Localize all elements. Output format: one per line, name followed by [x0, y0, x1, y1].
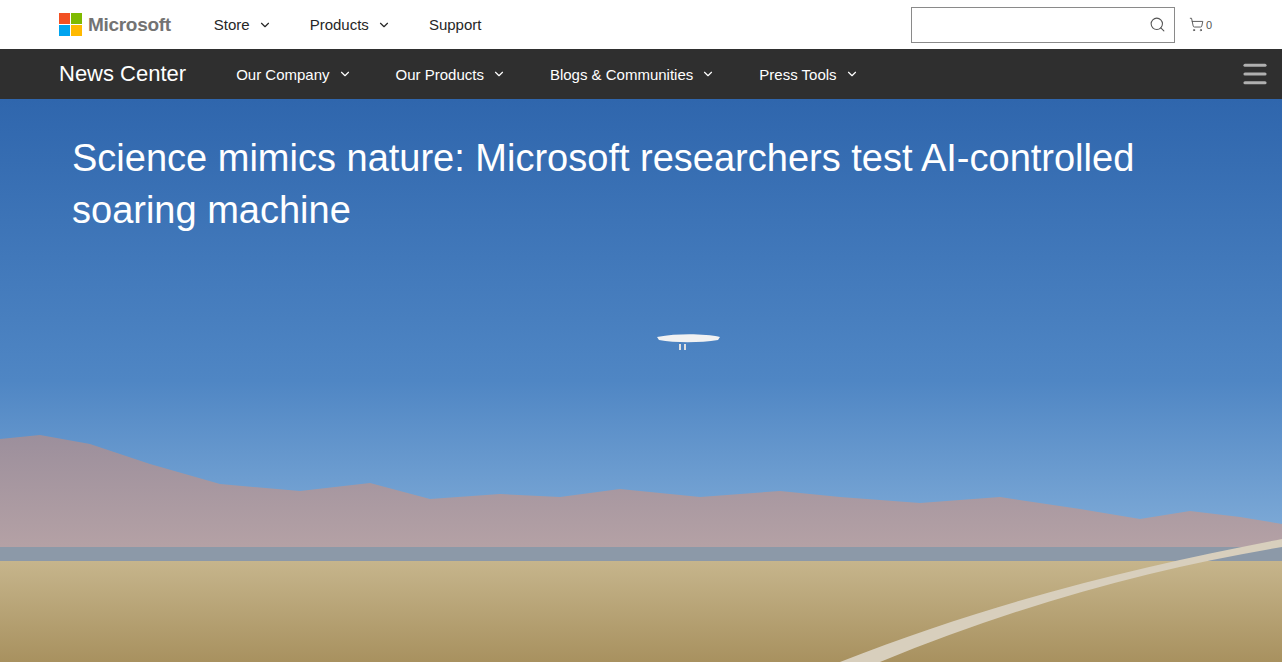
hero: Science mimics nature: Microsoft researc…	[0, 99, 1282, 662]
hero-photo	[0, 99, 1282, 662]
chevron-down-icon	[338, 67, 352, 81]
hamburger-icon	[1240, 59, 1270, 89]
sub-nav-item[interactable]: Press Tools	[759, 66, 858, 83]
search-icon[interactable]	[1149, 16, 1166, 33]
cart[interactable]: 0	[1189, 17, 1212, 32]
chevron-down-icon	[492, 67, 506, 81]
nav-item[interactable]: Products	[310, 16, 391, 33]
page: Microsoft Store Products Support 0 News Cente…	[0, 0, 1282, 662]
news-center-title[interactable]: News Center	[59, 61, 186, 87]
cart-count: 0	[1206, 19, 1212, 31]
glider-icon	[657, 334, 720, 350]
nav-item[interactable]: Support	[429, 16, 482, 33]
hero-headline[interactable]: Science mimics nature: Microsoft researc…	[72, 132, 1202, 236]
sub-nav: Our Company Our Products Blogs & Communiti…	[236, 66, 858, 83]
search-field[interactable]	[911, 7, 1175, 43]
chevron-down-icon	[701, 67, 715, 81]
sub-bar: News Center Our Company Our Products Blogs …	[0, 49, 1282, 99]
main-nav: Store Products Support	[214, 16, 482, 33]
cart-icon	[1189, 17, 1204, 32]
nav-item[interactable]: Store	[214, 16, 272, 33]
chevron-down-icon	[377, 18, 391, 32]
menu-button[interactable]	[1240, 59, 1270, 89]
chevron-down-icon	[845, 67, 859, 81]
logo-text: Microsoft	[88, 14, 171, 36]
microsoft-logo[interactable]: Microsoft	[59, 13, 171, 36]
sub-nav-item[interactable]: Our Products	[396, 66, 506, 83]
top-bar: Microsoft Store Products Support 0	[0, 0, 1282, 49]
chevron-down-icon	[258, 18, 272, 32]
sub-nav-item[interactable]: Our Company	[236, 66, 351, 83]
logo-squares-icon	[59, 13, 82, 36]
sub-nav-item[interactable]: Blogs & Communities	[550, 66, 715, 83]
